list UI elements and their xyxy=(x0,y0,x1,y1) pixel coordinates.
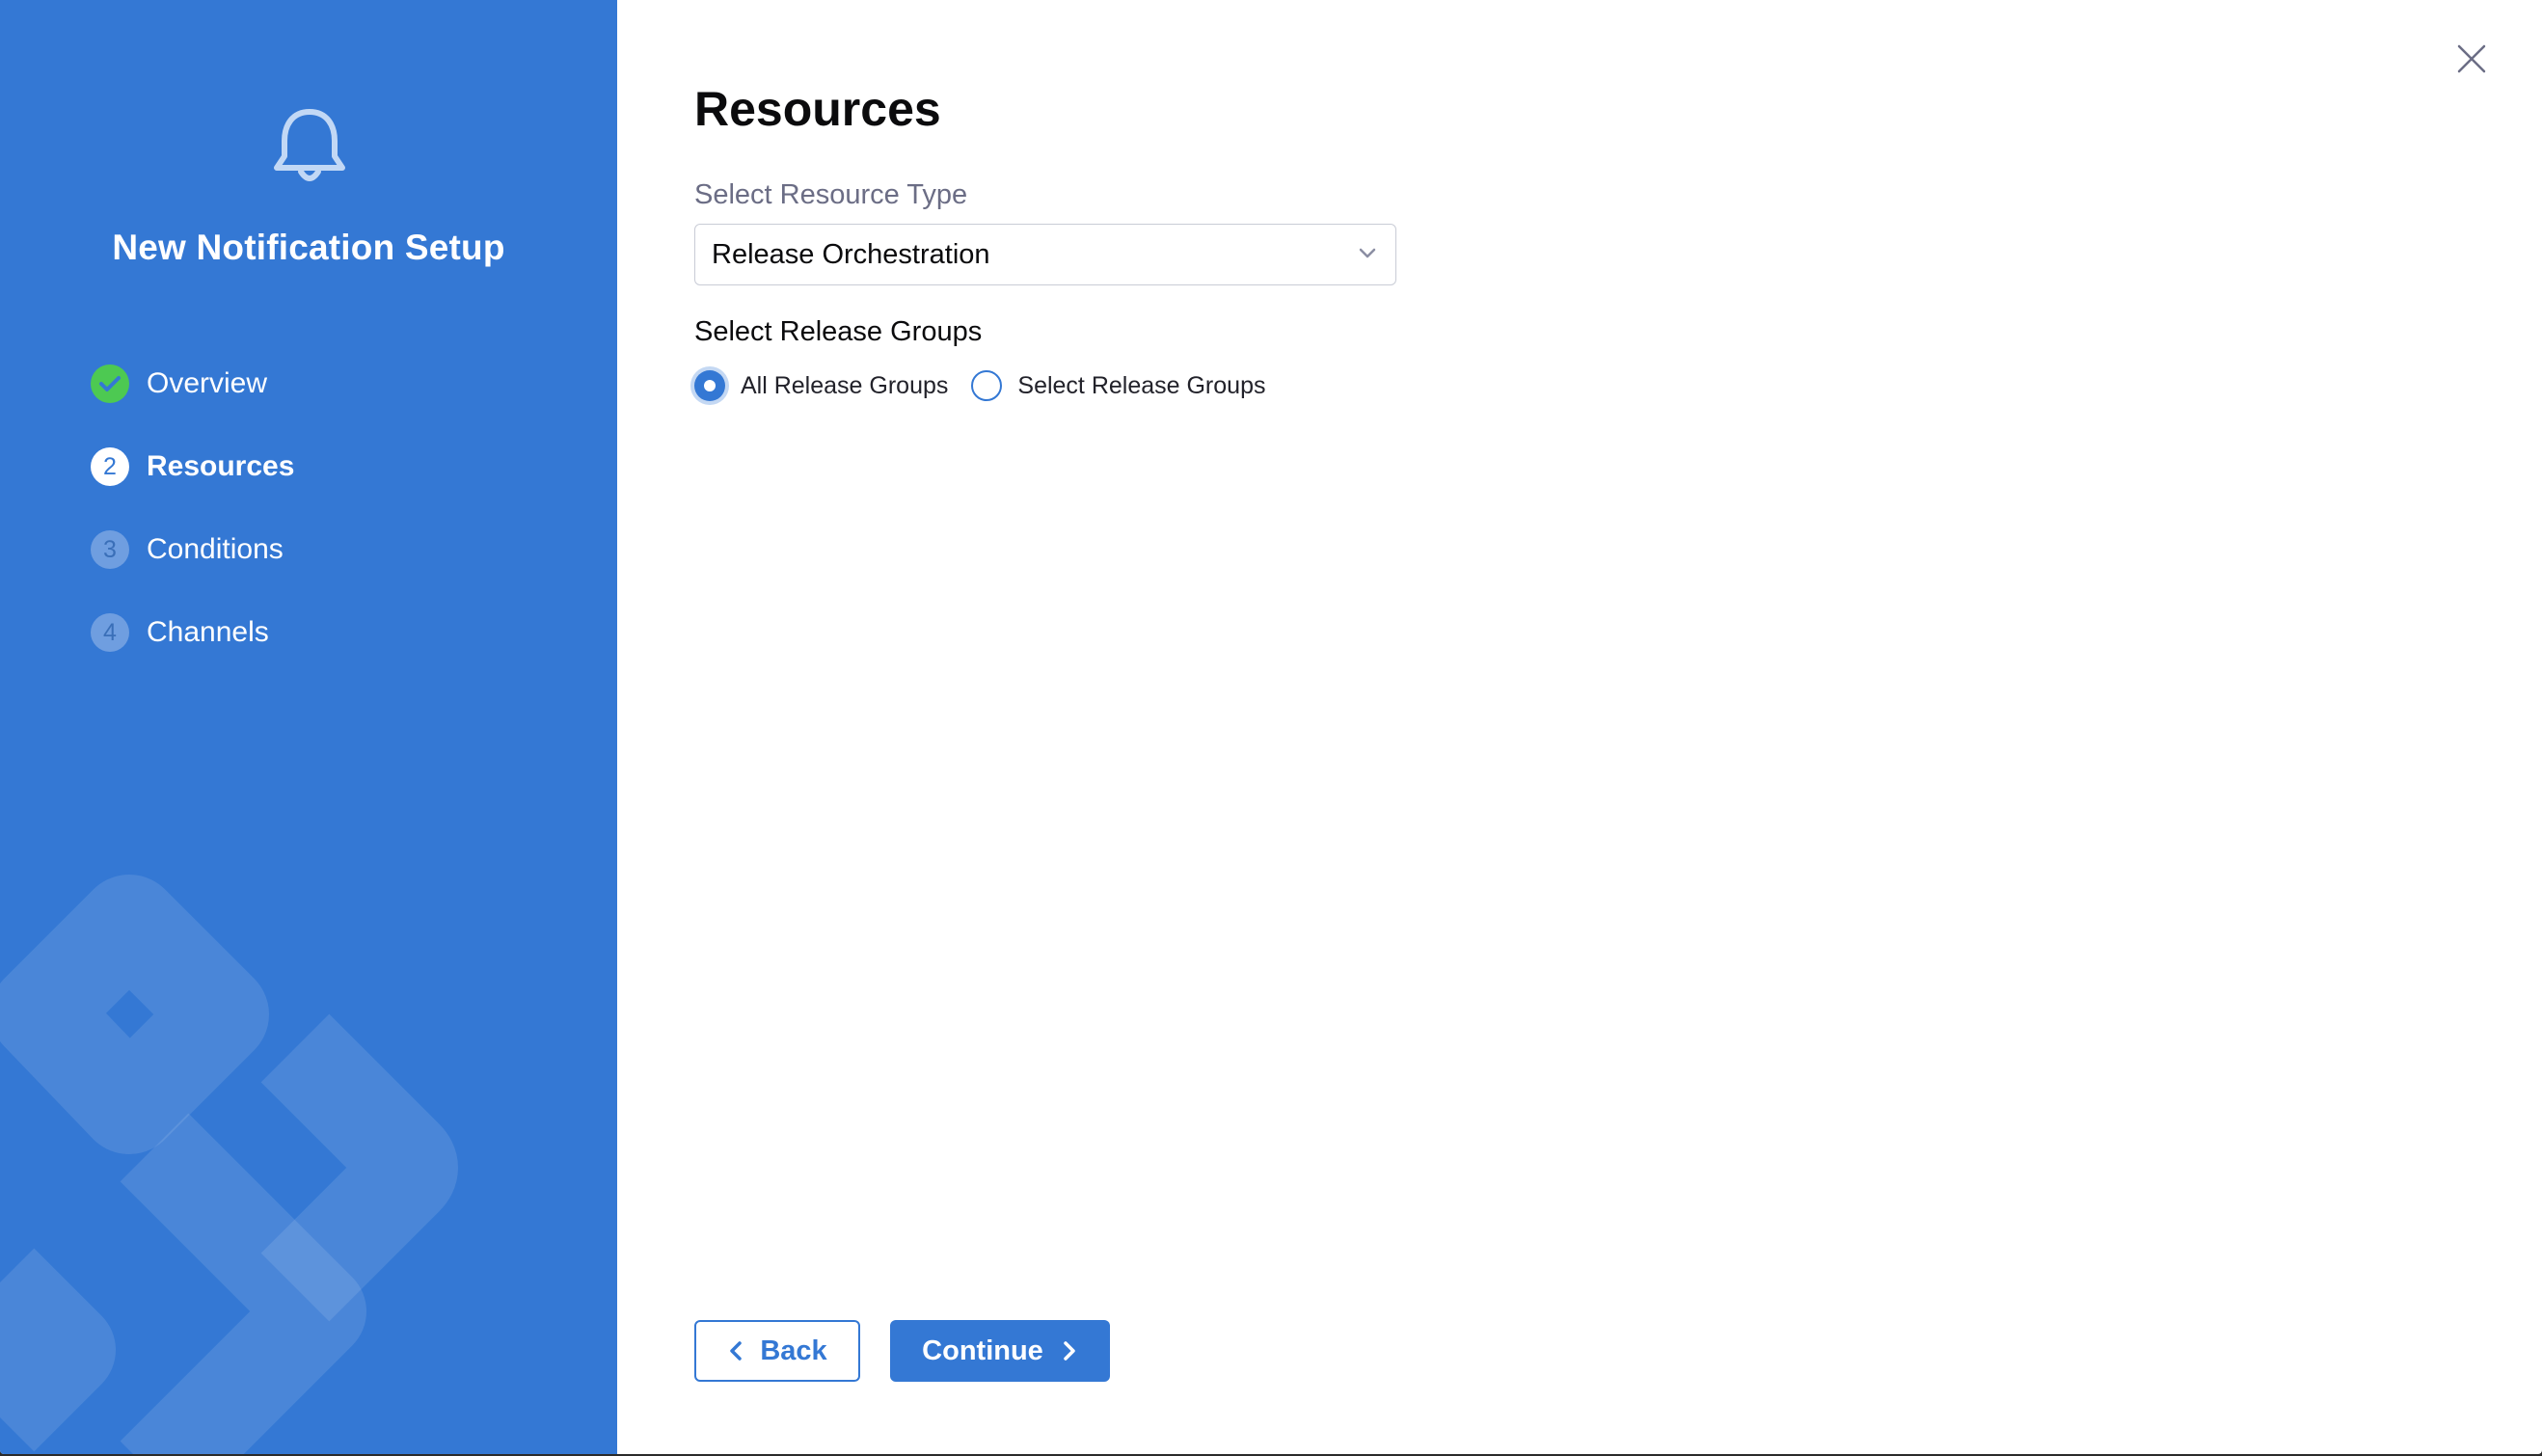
release-groups-radio-group: All Release Groups Select Release Groups xyxy=(694,370,1288,401)
step-label: Channels xyxy=(147,616,269,648)
chevron-down-icon xyxy=(1359,248,1376,258)
chevron-right-icon xyxy=(1064,1341,1075,1361)
step-number: 4 xyxy=(91,613,129,652)
release-groups-label: Select Release Groups xyxy=(694,316,983,347)
radio-unchecked-icon[interactable] xyxy=(971,370,1003,401)
notification-setup-dialog: New Notification Setup Overview 2 Resour… xyxy=(0,0,2542,1454)
continue-button-label: Continue xyxy=(922,1335,1043,1366)
resource-type-select[interactable]: Release Orchestration xyxy=(694,224,1396,285)
page-title: Resources xyxy=(694,82,941,136)
step-label: Overview xyxy=(147,367,268,399)
step-label: Resources xyxy=(147,450,295,482)
close-icon[interactable] xyxy=(2455,42,2488,75)
continue-button[interactable]: Continue xyxy=(890,1320,1110,1382)
back-button[interactable]: Back xyxy=(694,1320,860,1382)
resource-type-label: Select Resource Type xyxy=(694,179,968,210)
wizard-sidebar: New Notification Setup Overview 2 Resour… xyxy=(0,0,617,1454)
step-label: Conditions xyxy=(147,533,284,565)
back-button-label: Back xyxy=(760,1335,827,1366)
radio-all-release-groups[interactable]: All Release Groups xyxy=(694,370,948,401)
radio-label: Select Release Groups xyxy=(1017,371,1266,399)
bell-icon xyxy=(269,104,350,187)
brand-watermark-icon xyxy=(0,875,458,1454)
chevron-left-icon xyxy=(730,1341,743,1361)
resource-type-value: Release Orchestration xyxy=(712,238,990,270)
step-resources[interactable]: 2 Resources xyxy=(91,447,294,486)
step-number: 3 xyxy=(91,530,129,569)
wizard-title: New Notification Setup xyxy=(112,228,505,267)
radio-label: All Release Groups xyxy=(741,371,949,399)
radio-select-release-groups[interactable]: Select Release Groups xyxy=(971,370,1265,401)
check-circle-icon xyxy=(91,364,129,403)
step-number: 2 xyxy=(91,447,129,486)
wizard-steps: Overview 2 Resources 3 Conditions 4 Chan… xyxy=(91,364,294,696)
wizard-content: Resources Select Resource Type Release O… xyxy=(617,0,2542,1454)
step-conditions[interactable]: 3 Conditions xyxy=(91,530,294,569)
step-channels[interactable]: 4 Channels xyxy=(91,613,294,652)
radio-checked-icon[interactable] xyxy=(694,370,725,401)
step-overview[interactable]: Overview xyxy=(91,364,294,403)
